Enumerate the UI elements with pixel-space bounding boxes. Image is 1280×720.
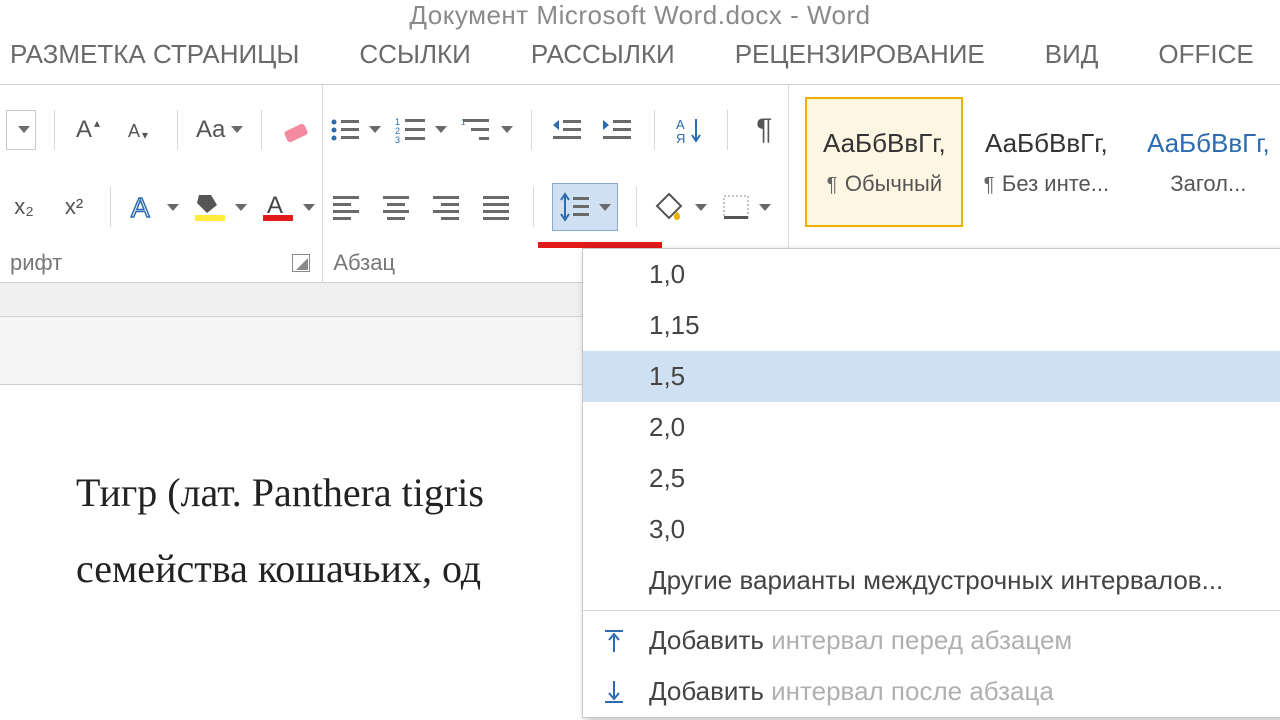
spacing-option-1-15[interactable]: 1,15	[583, 300, 1280, 351]
decrease-indent-button[interactable]	[550, 106, 586, 154]
change-case-button[interactable]: Aa	[196, 106, 243, 154]
space-before-icon	[597, 628, 631, 654]
eraser-icon	[281, 113, 315, 147]
line-spacing-button[interactable]	[552, 183, 618, 231]
svg-text:▴: ▴	[94, 116, 100, 130]
tab-view[interactable]: ВИД	[1045, 39, 1099, 70]
font-dialog-launcher[interactable]	[292, 254, 310, 272]
line-spacing-icon	[559, 192, 593, 222]
bullets-icon	[329, 115, 363, 145]
tab-review[interactable]: РЕЦЕНЗИРОВАНИЕ	[735, 39, 985, 70]
borders-button[interactable]	[721, 183, 771, 231]
increase-indent-icon	[601, 115, 635, 145]
style-normal[interactable]: АаБбВвГг, ¶ Обычный	[805, 97, 963, 227]
svg-text:A: A	[131, 192, 150, 223]
style-sample: АаБбВвГг,	[985, 128, 1108, 159]
font-name-dropdown[interactable]	[6, 110, 36, 150]
style-sample: АаБбВвГг,	[1147, 128, 1270, 159]
text-effects-button[interactable]: A	[129, 183, 179, 231]
style-heading[interactable]: АаБбВвГг, Загол...	[1129, 97, 1280, 227]
align-center-button[interactable]	[379, 183, 415, 231]
sort-button[interactable]: AЯ	[673, 106, 709, 154]
style-no-spacing[interactable]: АаБбВвГг, ¶ Без инте...	[967, 97, 1125, 227]
tab-references[interactable]: ССЫЛКИ	[359, 39, 470, 70]
multilevel-list-button[interactable]: 1	[461, 106, 513, 154]
pilcrow-icon: ¶	[756, 113, 772, 147]
tab-office[interactable]: OFFICE	[1158, 39, 1253, 70]
spacing-option-1-0[interactable]: 1,0	[583, 249, 1280, 300]
svg-text:A: A	[267, 192, 283, 219]
spacing-option-1-5[interactable]: 1,5	[583, 351, 1280, 402]
svg-text:A: A	[128, 121, 140, 141]
svg-text:3: 3	[395, 135, 400, 145]
align-right-icon	[431, 193, 463, 221]
spacing-option-2-5[interactable]: 2,5	[583, 453, 1280, 504]
numbering-icon: 123	[395, 115, 429, 145]
clear-formatting-button[interactable]	[280, 106, 316, 154]
decrease-indent-icon	[551, 115, 585, 145]
add-space-after[interactable]: Добавить интервал после абзаца	[583, 666, 1280, 717]
shrink-font-icon: A▾	[126, 115, 156, 145]
shading-button[interactable]	[655, 183, 707, 231]
font-group-label: рифт	[10, 250, 62, 276]
grow-font-button[interactable]: A▴	[73, 106, 109, 154]
add-space-before[interactable]: Добавить интервал перед абзацем	[583, 615, 1280, 666]
multilevel-icon: 1	[461, 115, 495, 145]
justify-icon	[481, 193, 513, 221]
text-effects-icon: A	[129, 191, 161, 223]
spacing-option-3-0[interactable]: 3,0	[583, 504, 1280, 555]
svg-text:▾: ▾	[142, 128, 148, 142]
show-marks-button[interactable]: ¶	[746, 106, 782, 154]
align-right-button[interactable]	[429, 183, 465, 231]
borders-icon	[721, 193, 753, 221]
spacing-option-2-0[interactable]: 2,0	[583, 402, 1280, 453]
align-center-icon	[381, 193, 413, 221]
align-left-icon	[331, 193, 363, 221]
font-color-button[interactable]: A	[261, 183, 315, 231]
style-name: Загол...	[1170, 171, 1246, 197]
numbering-button[interactable]: 123	[395, 106, 447, 154]
shading-icon	[655, 192, 689, 222]
ribbon-tabs: РАЗМЕТКА СТРАНИЦЫ ССЫЛКИ РАССЫЛКИ РЕЦЕНЗ…	[0, 33, 1280, 85]
svg-text:A: A	[676, 117, 685, 132]
align-left-button[interactable]	[329, 183, 365, 231]
svg-text:1: 1	[461, 118, 466, 127]
style-name: ¶ Без инте...	[984, 171, 1110, 197]
highlight-icon	[193, 191, 229, 223]
style-name: ¶ Обычный	[827, 171, 943, 197]
font-color-icon: A	[261, 191, 297, 223]
tab-page-layout[interactable]: РАЗМЕТКА СТРАНИЦЫ	[10, 39, 299, 70]
superscript-button[interactable]: x²	[56, 183, 92, 231]
window-title: Документ Microsoft Word.docx - Word	[0, 0, 1280, 33]
bullets-button[interactable]	[329, 106, 381, 154]
grow-font-icon: A▴	[76, 115, 106, 145]
paragraph-group-label: Абзац	[333, 250, 395, 276]
justify-button[interactable]	[479, 183, 515, 231]
style-sample: АаБбВвГг,	[823, 128, 946, 159]
menu-separator	[583, 610, 1280, 611]
subscript-button[interactable]: x₂	[6, 183, 42, 231]
space-after-icon	[597, 679, 631, 705]
shrink-font-button[interactable]: A▾	[123, 106, 159, 154]
line-spacing-menu: 1,0 1,15 1,5 2,0 2,5 3,0 Другие варианты…	[582, 248, 1280, 718]
svg-text:A: A	[76, 116, 92, 143]
sort-icon: AЯ	[676, 115, 706, 145]
highlight-button[interactable]	[193, 183, 247, 231]
spacing-options-more[interactable]: Другие варианты междустрочных интервалов…	[583, 555, 1280, 606]
tab-mailings[interactable]: РАССЫЛКИ	[531, 39, 675, 70]
svg-text:Я: Я	[676, 131, 685, 145]
increase-indent-button[interactable]	[600, 106, 636, 154]
